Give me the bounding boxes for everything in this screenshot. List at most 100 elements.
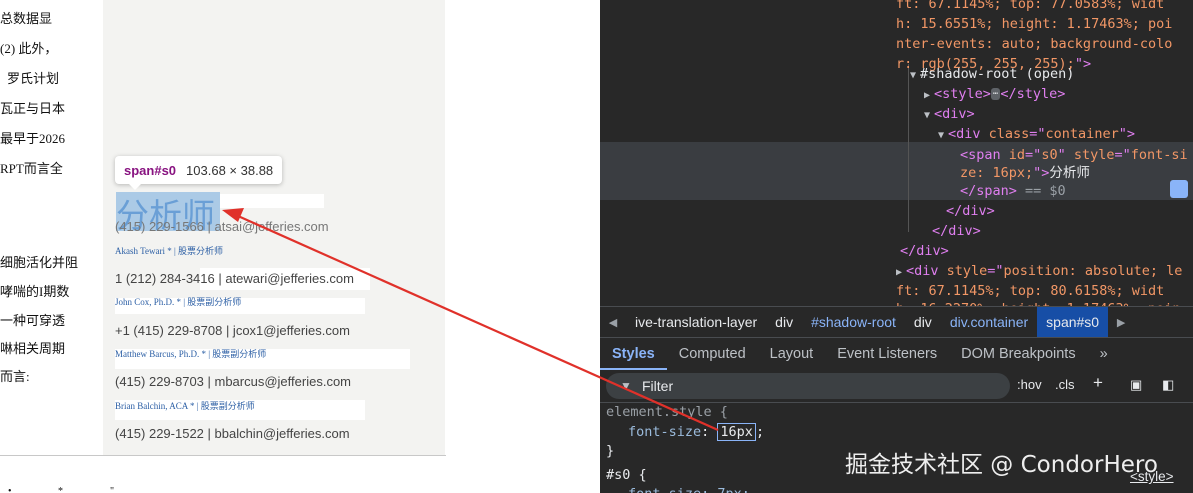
dom-tree-line[interactable]: h: 15.6551%; height: 1.17463%; poi [896, 14, 1172, 34]
side-line: 一种可穿透 [0, 313, 66, 328]
s0-partial-declaration: font-size: 7px; [628, 485, 750, 493]
breadcrumb-item-selected[interactable]: span#s0 [1037, 307, 1109, 337]
code-token: <style> [934, 86, 991, 102]
side-line: 总数据显 [0, 11, 53, 26]
dom-tree-line[interactable]: ft: 67.1145%; top: 80.6158%; widt [896, 281, 1164, 301]
code-token: font-si [1130, 147, 1188, 163]
code-token: <div [906, 263, 947, 279]
dom-tree-line[interactable]: </div> [946, 201, 995, 221]
collapse-triangle-icon[interactable]: ▶ [924, 86, 934, 106]
tab-dom-breakpoints[interactable]: DOM Breakpoints [949, 338, 1087, 370]
code-token: ft: 67.1145%; top: 77.0583%; widt [896, 0, 1165, 12]
breadcrumb-item[interactable]: div [905, 307, 941, 337]
contact-name: Matthew Barcus, Ph.D. * | 股票副分析师 [115, 349, 267, 359]
code-token: </div> [932, 223, 981, 239]
contact-phone: (415) 229-8703 | mbarcus@jefferies.com [115, 374, 351, 389]
expand-triangle-icon[interactable]: ▼ [938, 126, 948, 146]
rule-close-brace: } [606, 443, 615, 459]
expand-triangle-icon[interactable]: ▼ [910, 66, 920, 86]
dom-tree-line[interactable]: </span> == $0 [960, 181, 1066, 201]
breadcrumb-left-arrow-icon[interactable]: ◀ [600, 316, 626, 329]
side-line: 而言: [0, 369, 30, 384]
document-viewer: 总数据显 (2) 此外， 罗氏计划 瓦正与日本 最早于2026 RPT而言全 细… [0, 0, 600, 493]
breadcrumb-right-arrow-icon[interactable]: ▶ [1108, 316, 1134, 329]
filter-input[interactable]: ▼ Filter [606, 373, 1010, 399]
side-line: RPT而言全 [0, 161, 63, 176]
code-token: 分析师 [1049, 165, 1090, 181]
contact-phone: (415) 229-1522 | bbalchin@jefferies.com [115, 426, 350, 441]
dom-tree-line[interactable]: <span id="s0" style="font-si [960, 145, 1188, 165]
dom-tree-line[interactable]: </div> [932, 221, 981, 241]
code-token: </div> [946, 203, 995, 219]
breadcrumb-item[interactable]: div [766, 307, 802, 337]
inspect-tooltip: span#s0 103.68 × 38.88 [115, 156, 283, 184]
ellipsis-badge[interactable]: ⋯ [990, 88, 1001, 100]
paint-icon[interactable]: ▣ [1130, 377, 1142, 393]
code-token: </span> [960, 183, 1017, 199]
add-rule-icon[interactable]: + [1093, 373, 1103, 393]
bottom-fragment: " [110, 486, 115, 493]
code-token: <div> [934, 106, 975, 122]
dom-tree-line[interactable]: ▼ #shadow-root (open) [910, 64, 1074, 86]
code-token: "> [1118, 126, 1135, 142]
expand-triangle-icon[interactable]: ▼ [924, 106, 934, 126]
translation-overlay [220, 194, 324, 208]
dom-tree-line[interactable]: ▶ <div style="position: absolute; le [896, 261, 1182, 283]
code-token: class [988, 126, 1030, 142]
styles-tabbar: Styles Computed Layout Event Listeners D… [600, 338, 1193, 370]
css-value-editor[interactable]: 16px [717, 423, 756, 441]
tab-event-listeners[interactable]: Event Listeners [825, 338, 949, 370]
sidebar-toggle-icon[interactable]: ◧ [1162, 377, 1174, 393]
class-toggle[interactable]: .cls [1055, 377, 1075, 392]
code-token: =" [1114, 147, 1131, 163]
element-style-selector: element.style { [606, 404, 728, 420]
css-property: font-size [628, 424, 702, 440]
styles-filter-bar: ▼ Filter :hov .cls + ▣ ◧ [600, 370, 1193, 403]
tooltip-pointer [128, 183, 142, 190]
contact-name: Brian Balchin, ACA * | 股票副分析师 [115, 401, 255, 411]
code-token: style [946, 263, 988, 279]
dom-tree-line[interactable]: ze: 16px;">分析师 [960, 163, 1090, 183]
breadcrumb-item[interactable]: ive-translation-layer [626, 307, 766, 337]
dom-tree-line[interactable]: ft: 67.1145%; top: 77.0583%; widt [896, 0, 1164, 14]
dom-tree-line[interactable]: ▼ <div class="container"> [938, 124, 1135, 146]
dom-node-badge-icon[interactable] [1170, 180, 1188, 198]
code-token: =" [1029, 126, 1046, 142]
code-token: "> [1033, 165, 1050, 181]
dom-breadcrumb: ◀ ive-translation-layer div #shadow-root… [600, 306, 1193, 338]
code-token: s0 [1041, 147, 1058, 163]
code-token: container [1045, 126, 1119, 142]
dom-tree-line[interactable]: ▶ <style> ⋯ </style> [924, 84, 1065, 106]
dom-tree-line[interactable]: nter-events: auto; background-colo [896, 34, 1172, 54]
dom-tree-line[interactable]: ▼ <div> [924, 104, 975, 126]
tree-guide-line [908, 64, 909, 232]
code-token: h: 15.6551%; height: 1.17463%; poi [896, 16, 1173, 32]
s0-selector: #s0 { [606, 467, 647, 483]
side-line: 细胞活化并阻 [0, 255, 79, 270]
code-token: </style> [1000, 86, 1066, 102]
side-line: 瓦正与日本 [0, 101, 66, 116]
tab-computed[interactable]: Computed [667, 338, 758, 370]
contact-name: John Cox, Ph.D. * | 股票副分析师 [115, 297, 242, 307]
collapse-triangle-icon[interactable]: ▶ [896, 263, 906, 283]
code-token: ft: 67.1145%; top: 80.6158%; widt [896, 283, 1165, 299]
tab-layout[interactable]: Layout [758, 338, 826, 370]
watermark: 掘金技术社区 @ CondorHero [845, 452, 1158, 478]
left-text-column: 总数据显 (2) 此外， 罗氏计划 瓦正与日本 最早于2026 RPT而言全 细… [0, 0, 103, 455]
devtools-panel: ft: 67.1145%; top: 77.0583%; widt h: 15.6… [600, 0, 1193, 493]
code-token: =" [987, 263, 1004, 279]
filter-placeholder: Filter [642, 378, 674, 394]
filter-icon: ▼ [620, 379, 632, 393]
contact-phone: +1 (415) 229-8708 | jcox1@jefferies.com [115, 323, 350, 338]
more-tabs-icon[interactable]: » [1088, 338, 1120, 370]
bottom-fragment: * [58, 486, 63, 493]
dom-tree-line[interactable]: </div> [900, 241, 949, 261]
tab-styles[interactable]: Styles [600, 338, 667, 370]
hover-state-toggle[interactable]: :hov [1017, 377, 1042, 392]
breadcrumb-item[interactable]: #shadow-root [802, 307, 905, 337]
code-token: <div [948, 126, 989, 142]
contact-name: Akash Tewari * | 股票分析师 [115, 246, 223, 256]
breadcrumb-item[interactable]: div.container [941, 307, 1037, 337]
side-line: 啉相关周期 [0, 341, 66, 356]
css-declaration[interactable]: font-size: 16px; [628, 423, 764, 442]
